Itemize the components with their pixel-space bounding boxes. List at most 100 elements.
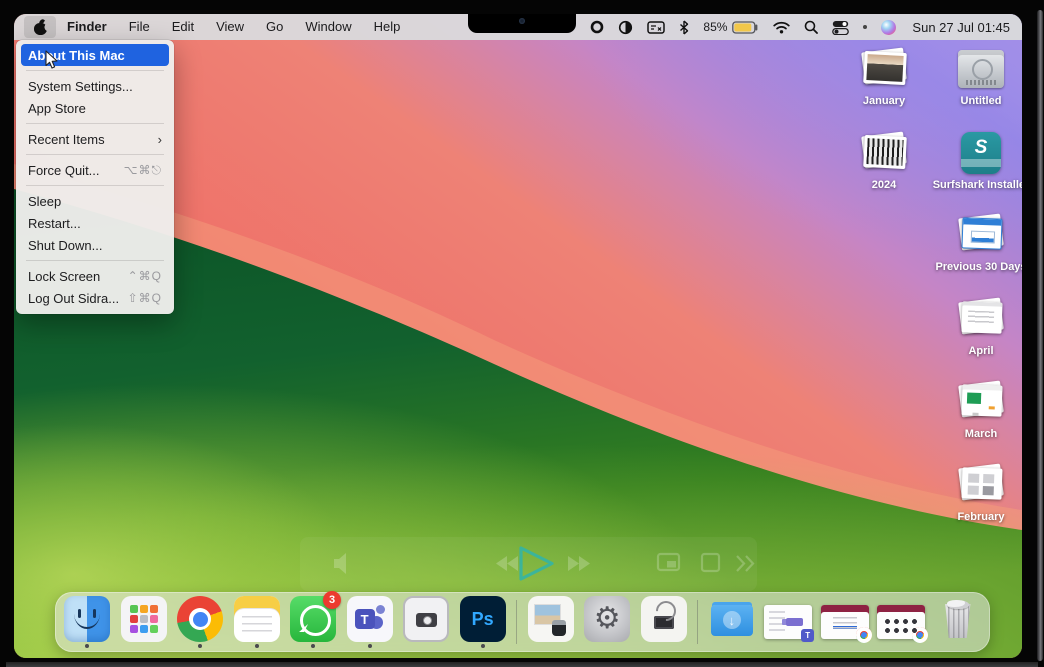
desktop-icon-previous-30-days[interactable]: Previous 30 Days	[935, 212, 1022, 273]
mouse-cursor	[44, 50, 59, 70]
desktop-icon-label: January	[863, 95, 905, 107]
dock-notes[interactable]	[234, 596, 280, 648]
desktop-icon-february[interactable]: February	[935, 462, 1022, 523]
apple-menu-button[interactable]	[24, 16, 56, 38]
menu-item-finder[interactable]: Finder	[56, 16, 118, 38]
dock: 3 T Ps ⚙ ↓ T	[55, 592, 990, 652]
desktop-icon-april[interactable]: April	[935, 296, 1022, 357]
dock-minimized-teams-window[interactable]: T	[765, 599, 811, 645]
menu-item-recent-items[interactable]: Recent Items›	[21, 128, 169, 150]
dock-chrome[interactable]	[177, 596, 223, 648]
control-center-icon[interactable]	[832, 20, 849, 35]
macbook-frame: { "menu_bar": { "apple_icon": "apple-log…	[0, 0, 1044, 667]
laptop-edge	[1037, 10, 1043, 661]
preview-icon	[528, 596, 574, 642]
menu-item-restart[interactable]: Restart...	[21, 212, 169, 234]
dock-trash[interactable]	[935, 596, 981, 648]
dock-system-information[interactable]	[641, 596, 687, 648]
menu-item-go[interactable]: Go	[255, 16, 294, 38]
fast-forward-icon	[568, 556, 590, 571]
apple-logo-icon	[34, 20, 47, 35]
desktop-icon-2024[interactable]: 2024	[838, 130, 930, 191]
menu-separator	[26, 185, 164, 186]
input-menu-icon[interactable]	[647, 21, 665, 34]
video-player-overlay	[300, 537, 757, 591]
dock-teams[interactable]: T	[347, 596, 393, 648]
screen-record-icon[interactable]	[590, 20, 604, 34]
desktop-icon-label: Surfshark Installer	[933, 179, 1022, 191]
dock-downloads[interactable]: ↓	[709, 596, 755, 648]
desktop-icon-january[interactable]: January	[838, 46, 930, 107]
finder-icon	[64, 596, 110, 642]
menu-item-app-store[interactable]: App Store	[21, 97, 169, 119]
volume-icon	[334, 553, 346, 574]
play-icon	[521, 548, 552, 579]
menu-separator	[26, 123, 164, 124]
desktop-icon-label: 2024	[872, 179, 896, 191]
bluetooth-icon[interactable]	[679, 20, 689, 35]
dock-finder[interactable]	[64, 596, 110, 648]
dock-minimized-chrome-window-1[interactable]	[822, 599, 868, 645]
minimized-window-thumbnail: T	[764, 605, 812, 639]
display-contrast-icon[interactable]	[618, 20, 633, 35]
photoshop-icon: Ps	[460, 596, 506, 642]
apple-menu-dropdown: About This Mac System Settings... App St…	[16, 40, 174, 314]
dock-system-settings[interactable]: ⚙	[584, 596, 630, 648]
notification-badge: 3	[323, 591, 341, 609]
dock-preview[interactable]	[528, 596, 574, 648]
menu-item-view[interactable]: View	[205, 16, 255, 38]
system-information-icon	[641, 596, 687, 642]
desktop-icon-surfshark-installer[interactable]: S Surfshark Installer	[935, 130, 1022, 191]
shortcut-label: ⌃⌘Q	[128, 269, 162, 283]
menu-item-system-settings[interactable]: System Settings...	[21, 75, 169, 97]
desktop-icon-untitled[interactable]: Untitled	[935, 46, 1022, 107]
dock-launchpad[interactable]	[121, 596, 167, 648]
teams-icon: T	[347, 596, 393, 642]
trash-icon	[935, 596, 981, 642]
menu-item-edit[interactable]: Edit	[161, 16, 205, 38]
menu-separator	[26, 154, 164, 155]
menu-bar-status: 85% Sun 27 Jul 01:45	[590, 14, 1022, 40]
desktop-icon-march[interactable]: March	[935, 379, 1022, 440]
dock-separator	[697, 600, 698, 644]
menu-item-help[interactable]: Help	[363, 16, 412, 38]
siri-icon[interactable]	[881, 20, 896, 35]
menu-item-sleep[interactable]: Sleep	[21, 190, 169, 212]
downloads-folder-icon: ↓	[709, 596, 755, 642]
screenshot-stack-icon	[955, 212, 1007, 258]
shortcut-label: ⇧⌘Q	[128, 291, 162, 305]
menu-item-window[interactable]: Window	[294, 16, 362, 38]
rewind-icon	[496, 556, 518, 571]
dock-minimized-chrome-window-2[interactable]	[878, 599, 924, 645]
dock-screenshot[interactable]	[403, 596, 449, 648]
wifi-icon[interactable]	[773, 21, 790, 34]
menu-item-force-quit[interactable]: Force Quit...⌥⌘⎋	[21, 159, 169, 181]
minimized-window-thumbnail	[877, 605, 925, 639]
desktop-icon-label: Previous 30 Days	[935, 261, 1022, 273]
dock-photoshop[interactable]: Ps	[460, 596, 506, 648]
menu-item-lock-screen[interactable]: Lock Screen⌃⌘Q	[21, 265, 169, 287]
menu-bar-clock[interactable]: Sun 27 Jul 01:45	[910, 20, 1010, 35]
dock-separator	[516, 600, 517, 644]
dock-whatsapp[interactable]: 3	[290, 596, 336, 648]
status-dot	[863, 25, 867, 29]
teams-badge-icon: T	[801, 629, 814, 642]
battery-icon	[732, 21, 759, 34]
disk-image-icon: S	[955, 130, 1007, 176]
screenshot-stack-icon	[955, 379, 1007, 425]
search-icon[interactable]	[804, 20, 818, 34]
menu-item-shut-down[interactable]: Shut Down...	[21, 234, 169, 256]
desktop-icon-label: April	[968, 345, 993, 357]
minimized-window-thumbnail	[821, 605, 869, 639]
laptop-edge	[6, 662, 1038, 667]
chrome-icon	[177, 596, 223, 642]
screenshot-stack-icon	[955, 296, 1007, 342]
menu-separator	[26, 260, 164, 261]
photo-stack-icon	[858, 130, 910, 176]
battery-indicator[interactable]: 85%	[703, 20, 759, 34]
menu-item-file[interactable]: File	[118, 16, 161, 38]
hard-drive-icon	[955, 46, 1007, 92]
desktop-icon-label: March	[965, 428, 997, 440]
menu-item-log-out[interactable]: Log Out Sidra...⇧⌘Q	[21, 287, 169, 309]
shortcut-label: ⌥⌘⎋	[124, 163, 162, 178]
